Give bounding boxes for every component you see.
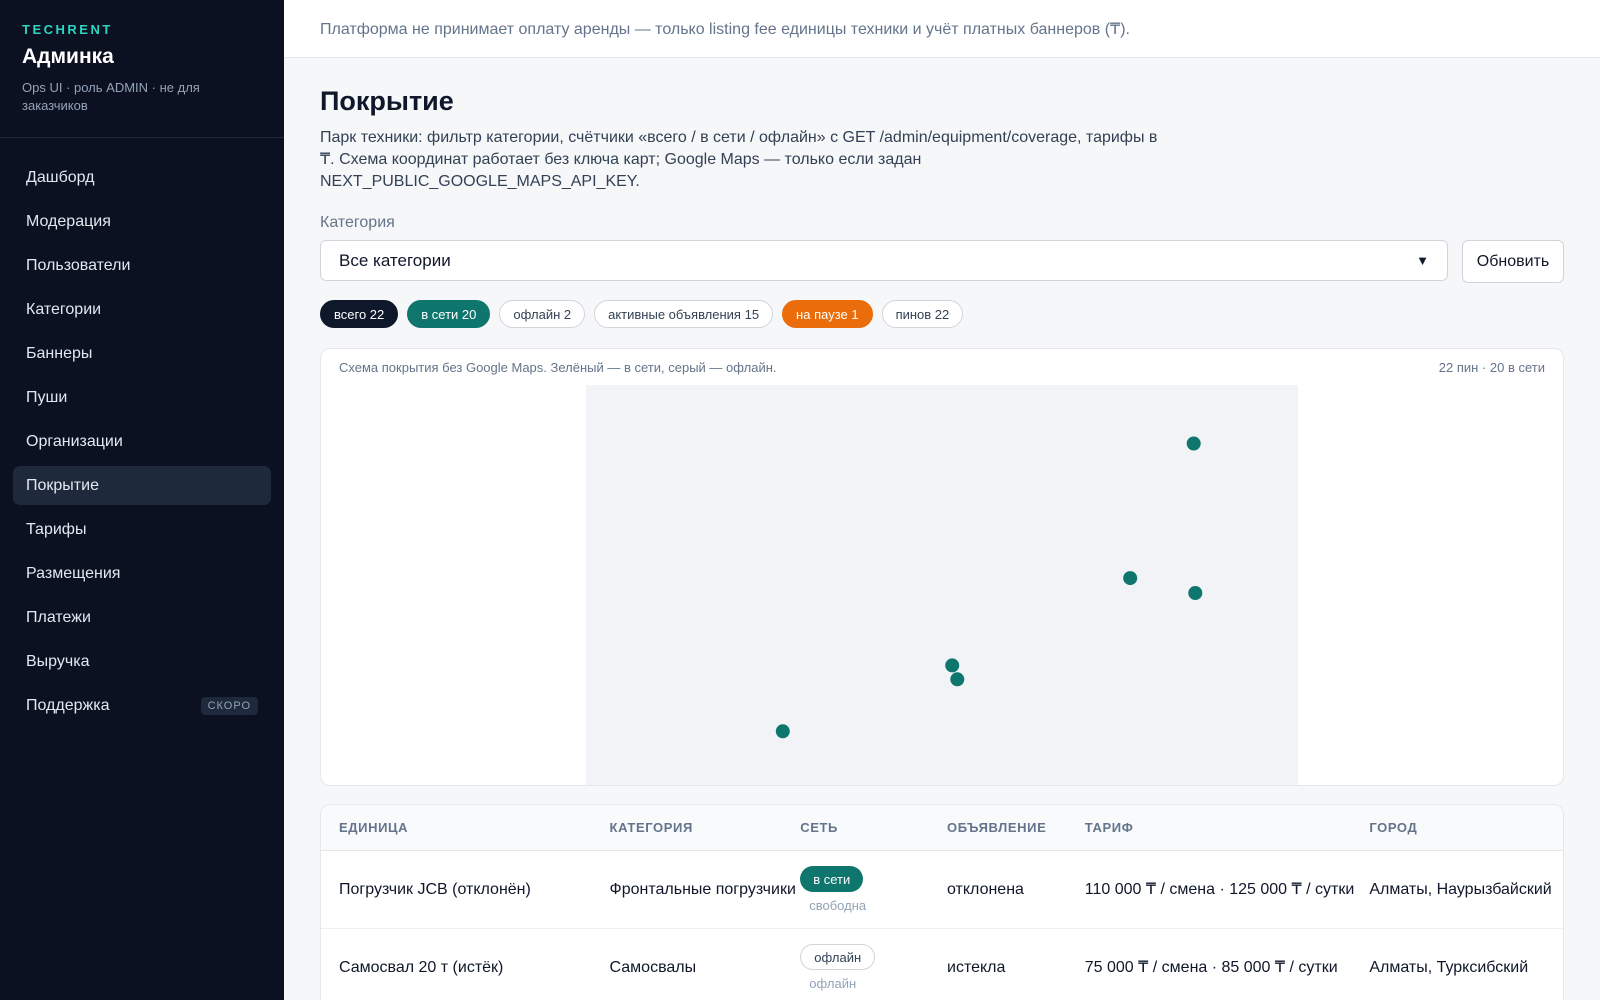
sidebar-item-label: Платежи [26,608,91,626]
refresh-button[interactable]: Обновить [1462,240,1564,283]
sidebar-item-payments[interactable]: Платежи [13,598,271,637]
chip-offline: офлайн 2 [499,300,586,328]
sidebar-item-moderation[interactable]: Модерация [13,202,271,241]
network-status-badge: в сети [800,866,864,892]
cell-network: в сети свободна [800,866,947,913]
brand-title: Админка [22,45,114,68]
cell-network: офлайн офлайн [800,944,947,991]
category-label: Категория [320,214,395,231]
brand-block: TECHRENT Админка Ops UI · роль ADMIN · н… [0,0,284,138]
brand-subtitle: Ops UI · роль ADMIN · не для заказчиков [22,80,200,113]
notice-text: Платформа не принимает оплату аренды — т… [320,20,1130,38]
coverage-map-svg [586,385,1298,785]
cell-listing: истекла [947,958,1006,976]
chip-pins: пинов 22 [881,300,964,328]
map-pin[interactable] [1188,586,1203,600]
sidebar-item-coverage[interactable]: Покрытие [13,466,271,505]
sidebar-item-users[interactable]: Пользователи [13,246,271,285]
cell-unit: Самосвал 20 т (истёк) [339,958,504,976]
network-substatus: свободна [809,898,867,913]
cell-category: Самосвалы [609,958,697,976]
soon-badge: СКОРО [200,696,258,715]
cell-unit: Погрузчик JCB (отклонён) [339,880,531,898]
chip-active-listings: активные объявления 15 [594,300,774,328]
counter-chips: всего 22 в сети 20 офлайн 2 активные объ… [320,300,1564,328]
map-pin[interactable] [1186,436,1201,451]
sidebar-item-label: Тарифы [26,520,87,538]
cell-listing: отклонена [947,880,1024,898]
cell-tariff: 75 000 ₸ / смена · 85 000 ₸ / сутки [1084,958,1338,976]
cell-category: Фронтальные погрузчики [609,880,796,898]
map-pin[interactable] [775,724,790,739]
sidebar-item-label: Размещения [26,564,121,582]
sidebar-item-categories[interactable]: Категории [13,290,271,329]
col-city: ГОРОД [1369,819,1418,835]
table-row[interactable]: Самосвал 20 т (истёк) Самосвалы офлайн о… [321,929,1563,1000]
sidebar-item-label: Выручка [26,652,90,670]
sidebar-item-label: Баннеры [26,344,93,362]
col-tariff: ТАРИФ [1084,819,1134,835]
chip-total: всего 22 [320,300,399,328]
sidebar-item-revenue[interactable]: Выручка [13,642,271,681]
sidebar-nav: Дашборд Модерация Пользователи Категории… [0,138,284,725]
sidebar-item-placements[interactable]: Размещения [13,554,271,593]
sidebar-item-label: Модерация [26,212,111,230]
sidebar-item-support[interactable]: Поддержка СКОРО [13,686,271,725]
chip-paused: на паузе 1 [782,300,873,328]
cell-tariff: 110 000 ₸ / смена · 125 000 ₸ / сутки [1084,880,1355,898]
sidebar-item-label: Покрытие [26,476,99,494]
filter-row: Все категории ▼ Обновить [320,240,1564,283]
sidebar-item-label: Пуши [26,388,68,406]
col-category: КАТЕГОРИЯ [609,819,693,835]
sidebar-item-label: Дашборд [26,168,95,186]
map-pin[interactable] [950,672,965,687]
coverage-map-card: Схема покрытия без Google Maps. Зелёный … [320,348,1564,786]
sidebar-item-banners[interactable]: Баннеры [13,334,271,373]
page-description: Парк техники: фильтр категории, счётчики… [320,129,1158,190]
equipment-table: ЕДИНИЦА КАТЕГОРИЯ СЕТЬ ОБЪЯВЛЕНИЕ ТАРИФ … [320,804,1564,1000]
sidebar-item-push[interactable]: Пуши [13,378,271,417]
map-pin[interactable] [945,658,960,673]
map-summary: 22 пин · 20 в сети [1438,359,1545,375]
table-row[interactable]: Погрузчик JCB (отклонён) Фронтальные пог… [321,851,1563,929]
page-title: Покрытие [320,86,454,116]
sidebar-item-label: Поддержка [26,696,110,714]
map-caption: Схема покрытия без Google Maps. Зелёный … [339,359,777,375]
cell-city: Алматы, Наурызбайский [1369,880,1552,898]
chevron-down-icon: ▼ [1416,253,1429,268]
sidebar-item-label: Категории [26,300,102,318]
category-select[interactable]: Все категории ▼ [320,240,1448,281]
sidebar-item-tariffs[interactable]: Тарифы [13,510,271,549]
category-select-value: Все категории [339,250,451,270]
brand-kicker: TECHRENT [22,22,113,37]
table-header: ЕДИНИЦА КАТЕГОРИЯ СЕТЬ ОБЪЯВЛЕНИЕ ТАРИФ … [321,805,1563,851]
cell-city: Алматы, Турксибский [1369,958,1529,976]
col-unit: ЕДИНИЦА [339,820,409,835]
notice-bar: Платформа не принимает оплату аренды — т… [284,0,1600,58]
sidebar-item-dashboard[interactable]: Дашборд [13,158,271,197]
sidebar-item-label: Пользователи [26,256,131,274]
map-header: Схема покрытия без Google Maps. Зелёный … [321,349,1563,385]
network-substatus: офлайн [809,976,857,991]
chip-online: в сети 20 [407,300,491,328]
network-status-badge: офлайн [800,944,876,970]
map-pin[interactable] [1123,571,1138,586]
sidebar-item-label: Организации [26,432,123,450]
col-listing: ОБЪЯВЛЕНИЕ [947,820,1047,835]
sidebar-item-organizations[interactable]: Организации [13,422,271,461]
coverage-map[interactable] [321,385,1563,785]
sidebar: TECHRENT Админка Ops UI · роль ADMIN · н… [0,0,284,1000]
main-content: Покрытие Парк техники: фильтр категории,… [320,58,1564,1000]
col-network: СЕТЬ [800,820,838,835]
